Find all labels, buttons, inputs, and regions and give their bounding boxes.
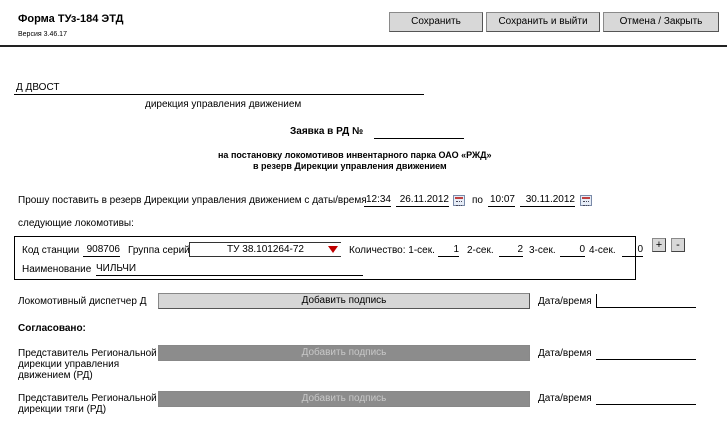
rep-rd-label-line-2: дирекции управления — [18, 359, 120, 370]
request-text: Прошу поставить в резерв Дирекции управл… — [18, 195, 367, 206]
station-code-field[interactable]: 908706 — [83, 243, 120, 257]
save-button[interactable]: Сохранить — [389, 12, 483, 32]
rep-rd-label-line-1: Представитель Региональной — [18, 348, 157, 359]
quantity-label: Количество: 1-сек. — [349, 245, 435, 256]
to-date-field[interactable]: 30.11.2012 — [520, 193, 575, 207]
to-label: по — [472, 195, 483, 206]
add-signature-button-rt[interactable]: Добавить подпись — [158, 391, 530, 407]
to-time-field[interactable]: 10:07 — [488, 193, 515, 207]
add-signature-button-rd[interactable]: Добавить подпись — [158, 345, 530, 361]
cancel-close-button[interactable]: Отмена / Закрыть — [603, 12, 719, 32]
calendar-icon[interactable] — [580, 195, 592, 206]
station-code-label: Код станции — [22, 245, 80, 256]
text-cursor — [596, 294, 597, 307]
header-divider — [0, 45, 727, 47]
name-field[interactable]: ЧИЛЬЧИ — [96, 262, 363, 276]
sec3-label: 3-сек. — [529, 245, 556, 256]
series-group-select[interactable]: ТУ 38.101264-72 — [189, 242, 341, 257]
rep-rt-label-line-1: Представитель Региональной — [18, 393, 157, 404]
dispatcher-datetime-field[interactable] — [596, 307, 696, 308]
rep-rt-label-line-2: дирекции тяги (РД) — [18, 404, 107, 415]
sec3-field[interactable]: 0 — [560, 243, 585, 257]
from-time-field[interactable]: 12:34 — [364, 193, 391, 207]
add-signature-button-dispatcher[interactable]: Добавить подпись — [158, 293, 530, 309]
depot-code: Д ДВОСТ — [16, 82, 60, 93]
rd-datetime-field[interactable] — [596, 359, 696, 360]
name-label: Наименование — [22, 264, 92, 275]
sec4-field[interactable]: 0 — [622, 243, 643, 257]
sec2-field[interactable]: 2 — [499, 243, 523, 257]
sec2-label: 2-сек. — [467, 245, 494, 256]
directorate-caption: дирекция управления движением — [145, 99, 302, 110]
chevron-down-icon[interactable] — [328, 246, 338, 253]
sec1-field[interactable]: 1 — [438, 243, 459, 257]
sec4-label: 4-сек. — [589, 245, 616, 256]
request-title: Заявка в РД № — [290, 126, 364, 137]
series-group-label: Группа серий — [128, 245, 190, 256]
save-and-exit-button[interactable]: Сохранить и выйти — [486, 12, 600, 32]
form-title: Форма ТУз-184 ЭТД — [18, 13, 124, 25]
version-label: Версия 3.46.17 — [18, 31, 67, 38]
rt-datetime-field[interactable] — [596, 404, 696, 405]
dispatcher-label: Локомотивный диспетчер Д — [18, 296, 147, 307]
agreed-label: Согласовано: — [18, 323, 86, 334]
rep-rd-label-line-3: движением (РД) — [18, 370, 93, 381]
subtitle-line-2: в резерв Дирекции управления движением — [253, 161, 447, 171]
rt-datetime-label: Дата/время — [538, 393, 592, 404]
from-date-field[interactable]: 26.11.2012 — [396, 193, 449, 207]
dispatcher-datetime-label: Дата/время — [538, 296, 592, 307]
add-row-button[interactable]: + — [652, 238, 666, 252]
calendar-icon[interactable] — [453, 195, 465, 206]
following-text: следующие локомотивы: — [18, 218, 134, 229]
subtitle-line-1: на постановку локомотивов инвентарного п… — [218, 150, 492, 160]
rd-datetime-label: Дата/время — [538, 348, 592, 359]
request-number-field[interactable] — [374, 125, 464, 139]
remove-row-button[interactable]: - — [671, 238, 685, 252]
depot-underline — [14, 94, 424, 95]
